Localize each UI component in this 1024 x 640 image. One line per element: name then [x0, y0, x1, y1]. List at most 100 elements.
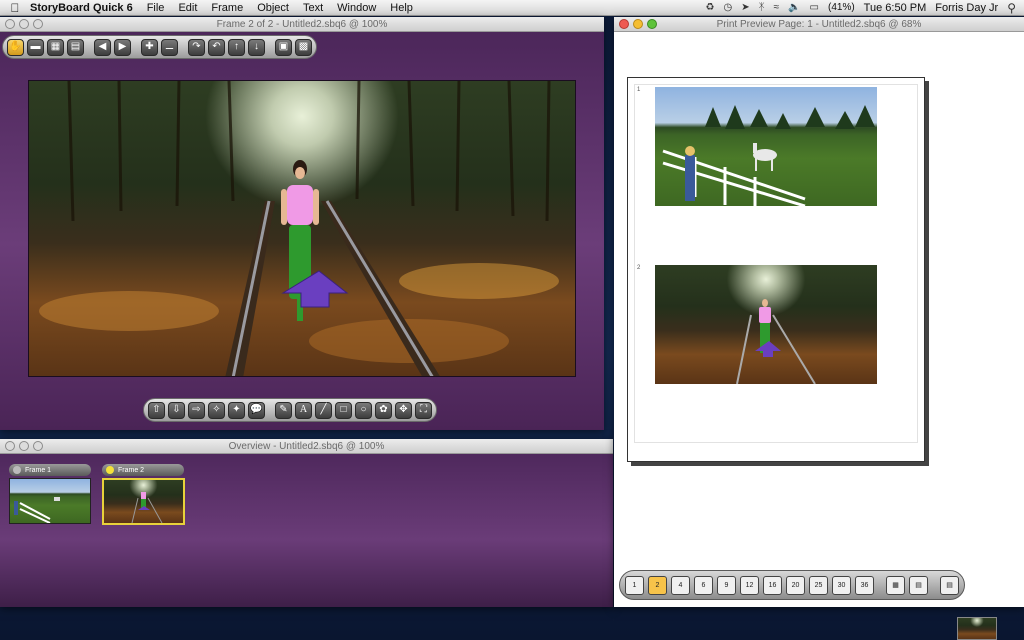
- ungroup-icon[interactable]: ▩: [295, 38, 312, 56]
- crop-tool-icon[interactable]: ⛶: [415, 401, 432, 419]
- apple-menu-icon[interactable]: : [0, 1, 30, 15]
- move-down-icon[interactable]: ⇩: [168, 401, 185, 419]
- freehand-shape-icon[interactable]: ✿: [375, 401, 392, 419]
- print-options-icon[interactable]: ▤: [940, 575, 959, 595]
- pencil-tool-icon[interactable]: ✎: [275, 401, 292, 419]
- close-button[interactable]: [5, 441, 15, 451]
- layout-30-button[interactable]: 30: [832, 575, 851, 595]
- layout-1-button[interactable]: 1: [625, 575, 644, 595]
- send-back-icon[interactable]: ↓: [248, 38, 265, 56]
- dock-window-thumbnail[interactable]: [957, 617, 997, 640]
- line-tool-icon[interactable]: ╱: [315, 401, 332, 419]
- spotlight-search-icon[interactable]: ⚲: [1007, 1, 1016, 15]
- overview-window-title: Overview - Untitled2.sbq6 @ 100%: [228, 440, 385, 452]
- print-preview-window: Print Preview Page: 1 - Untitled2.sbq6 @…: [614, 17, 1024, 607]
- menu-frame[interactable]: Frame: [211, 2, 243, 14]
- move-right-icon[interactable]: ⇨: [188, 401, 205, 419]
- layout-4-button[interactable]: 4: [671, 575, 690, 595]
- layout-6-button[interactable]: 6: [694, 575, 713, 595]
- bluetooth-icon[interactable]: ᛡ: [759, 2, 765, 13]
- next-frame-icon[interactable]: ▶: [114, 38, 131, 56]
- frame-canvas[interactable]: [28, 80, 576, 377]
- sync-icon[interactable]: ♻: [705, 2, 714, 13]
- frame-number: 2: [637, 265, 641, 271]
- ellipse-tool-icon[interactable]: ○: [355, 401, 372, 419]
- volume-icon[interactable]: 🔈: [788, 2, 800, 13]
- frame-2-label: Frame 2: [118, 466, 145, 474]
- close-button[interactable]: [5, 19, 15, 29]
- zoom-button[interactable]: [647, 19, 657, 29]
- frame-1-tab[interactable]: Frame 1: [9, 464, 91, 476]
- preview-window-titlebar[interactable]: Print Preview Page: 1 - Untitled2.sbq6 @…: [614, 17, 1024, 32]
- minimize-button[interactable]: [19, 19, 29, 29]
- select-hand-tool-icon[interactable]: ✋: [7, 38, 24, 56]
- frame-top-toolbar: ✋ ▬ ▦ ▤ ◀ ▶ ✚ ⚊ ↷ ↶ ↑ ↓ ▣ ▩: [2, 35, 317, 59]
- user-name[interactable]: Forris Day Jr: [935, 2, 998, 14]
- previous-frame-icon[interactable]: ◀: [94, 38, 111, 56]
- page-content-area: 1 2: [634, 84, 918, 443]
- layout-36-button[interactable]: 36: [855, 575, 874, 595]
- menu-window[interactable]: Window: [337, 2, 376, 14]
- menu-bar:  StoryBoard Quick 6 File Edit Frame Obj…: [0, 0, 1024, 16]
- print-layout-toolbar: 1 2 4 6 9 12 16 20 25 30 36 ▦ ▤ ▤: [619, 570, 965, 600]
- layout-2-button[interactable]: 2: [648, 575, 667, 595]
- time-machine-icon[interactable]: ◷: [723, 2, 732, 13]
- frame-window-titlebar[interactable]: Frame 2 of 2 - Untitled2.sbq6 @ 100%: [0, 17, 604, 32]
- preview-frame-2: [655, 265, 877, 384]
- menu-file[interactable]: File: [147, 2, 165, 14]
- preview-frame-1: [655, 87, 877, 206]
- move-backward-icon[interactable]: ↶: [208, 38, 225, 56]
- overview-window: Overview - Untitled2.sbq6 @ 100% Frame 1…: [0, 439, 613, 607]
- page-view-icon[interactable]: ▤: [67, 38, 84, 56]
- clock[interactable]: Tue 6:50 PM: [864, 2, 927, 14]
- layout-9-button[interactable]: 9: [717, 575, 736, 595]
- menu-text[interactable]: Text: [303, 2, 323, 14]
- remove-frame-icon[interactable]: ⚊: [161, 38, 178, 56]
- layout-12-button[interactable]: 12: [740, 575, 759, 595]
- minimize-button[interactable]: [633, 19, 643, 29]
- frame-2-thumbnail[interactable]: [102, 478, 185, 525]
- speech-bubble-icon[interactable]: 💬: [248, 401, 265, 419]
- frame-1-label: Frame 1: [25, 466, 52, 474]
- menu-help[interactable]: Help: [390, 2, 413, 14]
- drawing-toolbar: ⇧ ⇩ ⇨ ✧ ✦ 💬 ✎ A ╱ □ ○ ✿ ✥ ⛶: [143, 398, 437, 422]
- move-up-icon[interactable]: ⇧: [148, 401, 165, 419]
- enlarge-icon[interactable]: ✦: [228, 401, 245, 419]
- meadow-illustration: [14, 497, 60, 523]
- bring-front-icon[interactable]: ↑: [228, 38, 245, 56]
- wifi-icon[interactable]: ≈: [774, 2, 780, 13]
- battery-icon[interactable]: ▭: [810, 2, 819, 13]
- add-frame-icon[interactable]: ✚: [141, 38, 158, 56]
- menu-object[interactable]: Object: [257, 2, 289, 14]
- frame-window: Frame 2 of 2 - Untitled2.sbq6 @ 100% ✋ ▬…: [0, 17, 604, 430]
- frame-strip-icon[interactable]: ▬: [27, 38, 44, 56]
- pan-tool-icon[interactable]: ✥: [395, 401, 412, 419]
- group-icon[interactable]: ▣: [275, 38, 292, 56]
- layout-16-button[interactable]: 16: [763, 575, 782, 595]
- grid-layout-icon[interactable]: ▦: [886, 575, 905, 595]
- shrink-icon[interactable]: ✧: [208, 401, 225, 419]
- preview-window-title: Print Preview Page: 1 - Untitled2.sbq6 @…: [716, 18, 922, 30]
- app-menu[interactable]: StoryBoard Quick 6: [30, 2, 133, 14]
- frame-number: 1: [637, 87, 641, 93]
- close-button[interactable]: [619, 19, 629, 29]
- text-tool-icon[interactable]: A: [295, 401, 312, 419]
- move-forward-icon[interactable]: ↷: [188, 38, 205, 56]
- frame-2-tab[interactable]: Frame 2: [102, 464, 184, 476]
- frame-1-thumbnail[interactable]: [9, 478, 91, 524]
- layout-20-button[interactable]: 20: [786, 575, 805, 595]
- overview-window-titlebar[interactable]: Overview - Untitled2.sbq6 @ 100%: [0, 439, 613, 454]
- forest-track-illustration: [736, 299, 816, 384]
- menu-edit[interactable]: Edit: [178, 2, 197, 14]
- status-area: ♻ ◷ ➤ ᛡ ≈ 🔈 ▭ (41%) Tue 6:50 PM Forris D…: [705, 1, 1024, 15]
- minimize-button[interactable]: [19, 441, 29, 451]
- display-mirror-icon[interactable]: ➤: [741, 2, 749, 13]
- zoom-button[interactable]: [33, 19, 43, 29]
- zoom-button[interactable]: [33, 441, 43, 451]
- frame-2-indicator-icon: [106, 466, 114, 474]
- layout-25-button[interactable]: 25: [809, 575, 828, 595]
- rectangle-tool-icon[interactable]: □: [335, 401, 352, 419]
- grid-view-icon[interactable]: ▦: [47, 38, 64, 56]
- meadow-illustration: [662, 105, 875, 206]
- page-layout-icon[interactable]: ▤: [909, 575, 928, 595]
